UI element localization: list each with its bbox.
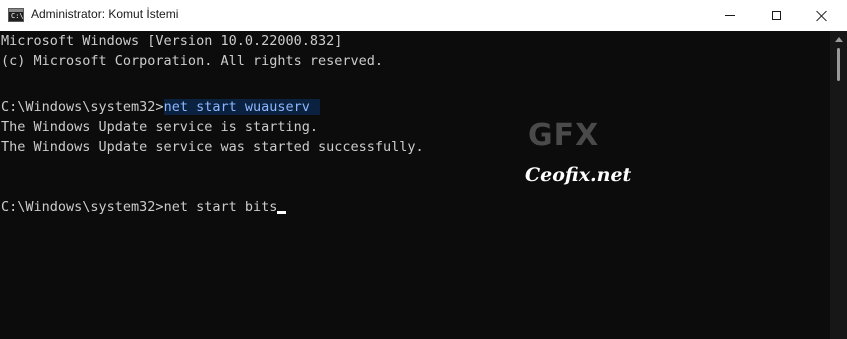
window-title: Administrator: Komut İstemi bbox=[31, 7, 179, 21]
cmd-icon: C:\. bbox=[8, 8, 28, 22]
console-version-line: Microsoft Windows [Version 10.0.22000.83… bbox=[1, 33, 343, 49]
console-output-line-2: The Windows Update service was started s… bbox=[1, 139, 424, 155]
title-bar[interactable]: C:\. Administrator: Komut İstemi bbox=[0, 0, 847, 31]
command-1-selected[interactable]: net start wuauserv bbox=[163, 99, 320, 115]
console-command-line-2: C:\Windows\system32>net start bits bbox=[1, 197, 287, 217]
command-2-input[interactable]: net start bits bbox=[164, 199, 278, 215]
minimize-icon bbox=[725, 15, 735, 16]
watermark-logo: GFX bbox=[528, 118, 600, 153]
console-copyright-line: (c) Microsoft Corporation. All rights re… bbox=[1, 53, 384, 69]
console-command-line-1: C:\Windows\system32>net start wuauserv bbox=[1, 97, 320, 117]
watermark-text: Ceofix.net bbox=[525, 164, 632, 186]
console-output-line-1: The Windows Update service is starting. bbox=[1, 119, 318, 135]
scroll-up-arrow-icon[interactable] bbox=[835, 37, 843, 42]
close-button[interactable] bbox=[799, 0, 845, 31]
cmd-icon-glyph: C:\. bbox=[11, 12, 28, 20]
maximize-button[interactable] bbox=[753, 0, 799, 31]
close-icon bbox=[816, 10, 828, 22]
maximize-icon bbox=[771, 11, 781, 20]
text-cursor bbox=[277, 211, 287, 214]
command-prompt-window: C:\. Administrator: Komut İstemi Microso… bbox=[0, 0, 847, 339]
minimize-button[interactable] bbox=[707, 0, 753, 31]
scroll-thumb[interactable] bbox=[837, 48, 840, 81]
prompt-2: C:\Windows\system32> bbox=[1, 199, 164, 215]
console-area[interactable]: Microsoft Windows [Version 10.0.22000.83… bbox=[0, 31, 830, 339]
prompt-1: C:\Windows\system32> bbox=[1, 99, 164, 115]
watermark: GFX Ceofix.net bbox=[520, 118, 632, 198]
vertical-scrollbar[interactable] bbox=[830, 31, 847, 339]
